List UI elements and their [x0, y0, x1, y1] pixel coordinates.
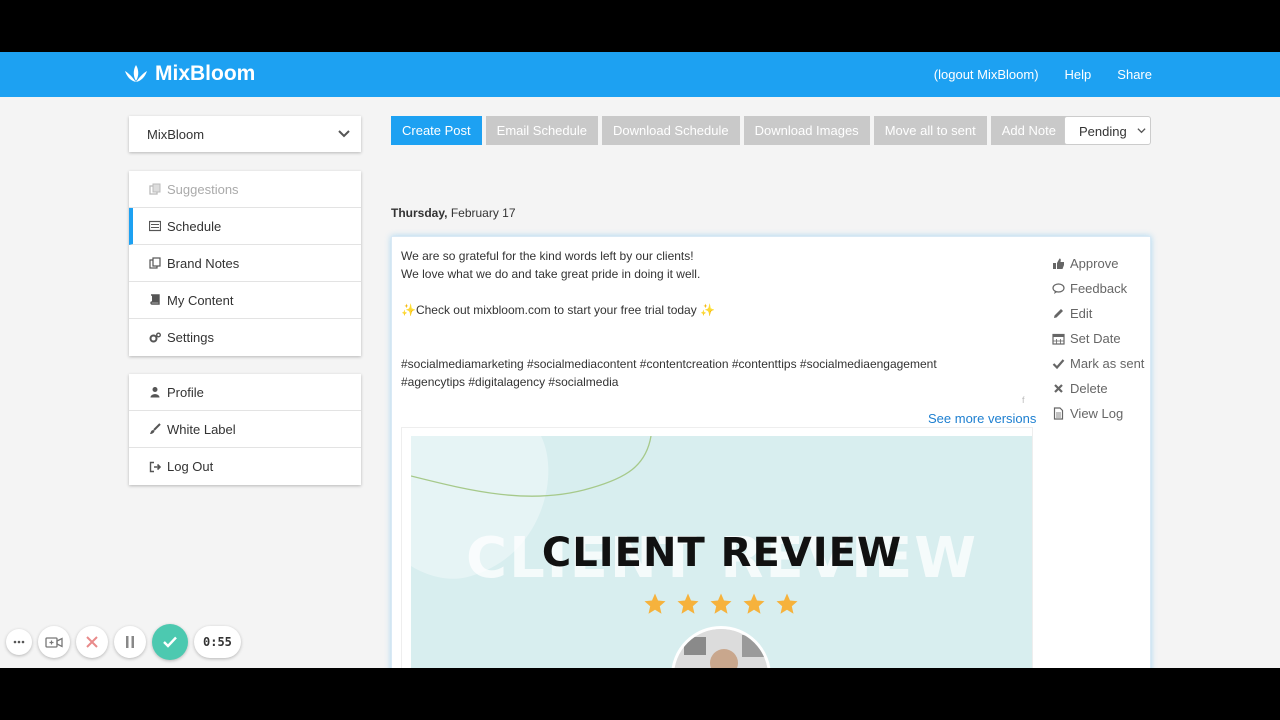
- sidebar-item-label: White Label: [167, 421, 236, 437]
- action-label: Approve: [1070, 256, 1119, 271]
- ellipsis-icon: [13, 640, 25, 644]
- rating-stars: [643, 592, 799, 616]
- list-icon: [149, 220, 161, 232]
- app-viewport: MixBloom (logout MixBloom) Help Share Mi…: [0, 52, 1280, 668]
- email-schedule-button[interactable]: Email Schedule: [485, 116, 598, 145]
- sidebar-item-settings[interactable]: Settings: [129, 319, 361, 356]
- sidebar-item-brand-notes[interactable]: Brand Notes: [129, 245, 361, 282]
- mark-as-sent-button[interactable]: Mark as sent: [1052, 351, 1144, 376]
- edit-button[interactable]: Edit: [1052, 301, 1144, 326]
- lotus-icon: [125, 65, 147, 82]
- star-icon: [644, 593, 666, 614]
- sidebar-item-my-content[interactable]: My Content: [129, 282, 361, 319]
- sidebar-item-label: Log Out: [167, 459, 214, 474]
- approve-button[interactable]: Approve: [1052, 251, 1144, 276]
- logout-link[interactable]: (logout MixBloom): [934, 67, 1039, 82]
- cancel-recording-button[interactable]: [76, 626, 108, 658]
- move-all-to-sent-button[interactable]: Move all to sent: [873, 116, 987, 145]
- notes-icon: [149, 257, 161, 269]
- sidebar-item-label: Brand Notes: [167, 255, 240, 271]
- close-icon: [86, 636, 98, 648]
- star-icon: [776, 593, 798, 614]
- image-title: CLIENT REVIEW: [541, 530, 903, 576]
- top-nav-links: (logout MixBloom) Help Share: [934, 67, 1152, 82]
- file-icon: [1053, 407, 1064, 420]
- view-log-button[interactable]: View Log: [1052, 401, 1144, 426]
- sidebar-item-profile[interactable]: Profile: [129, 374, 361, 411]
- screen-recorder-controls: 0:55: [6, 624, 241, 660]
- star-icon: [710, 593, 732, 614]
- book-icon: [150, 294, 160, 305]
- action-label: Mark as sent: [1070, 356, 1145, 371]
- post-actions: Approve Feedback Edit Set Date Mark as s…: [1052, 251, 1144, 426]
- action-label: Feedback: [1070, 281, 1128, 296]
- action-label: Set Date: [1070, 331, 1121, 346]
- chevron-down-icon: [1137, 128, 1146, 134]
- recording-timer: 0:55: [194, 626, 241, 658]
- comment-icon: [1052, 283, 1065, 294]
- brand-logo[interactable]: MixBloom: [123, 62, 255, 86]
- finish-recording-button[interactable]: [152, 624, 188, 660]
- sidebar-main-menu: Suggestions Schedule Brand Notes My Cont…: [129, 171, 361, 356]
- delete-button[interactable]: Delete: [1052, 376, 1144, 401]
- pause-icon: [126, 636, 134, 648]
- post-image-frame: CLIENT REVIEW CLIENT REVIEW: [401, 427, 1033, 668]
- sidebar-item-white-label[interactable]: White Label: [129, 411, 361, 448]
- calendar-icon: [1052, 333, 1065, 345]
- download-schedule-button[interactable]: Download Schedule: [601, 116, 740, 145]
- sidebar-item-label: My Content: [167, 292, 234, 308]
- sidebar-item-label: Profile: [167, 384, 204, 400]
- status-filter-select[interactable]: Pending: [1064, 116, 1151, 145]
- feedback-button[interactable]: Feedback: [1052, 276, 1144, 301]
- star-icon: [743, 593, 765, 614]
- chevron-down-icon: [338, 130, 350, 138]
- see-more-versions-link[interactable]: See more versions: [928, 411, 1036, 426]
- post-card: We are so grateful for the kind words le…: [391, 236, 1151, 668]
- pencil-icon: [1054, 309, 1063, 318]
- schedule-date-heading: Thursday, February 17: [391, 206, 516, 220]
- sidebar-item-schedule[interactable]: Schedule: [129, 208, 361, 245]
- checkmark-icon: [163, 636, 177, 648]
- more-options-button[interactable]: [6, 629, 32, 655]
- set-date-button[interactable]: Set Date: [1052, 326, 1144, 351]
- post-image[interactable]: CLIENT REVIEW CLIENT REVIEW: [411, 436, 1032, 668]
- action-label: View Log: [1070, 406, 1124, 421]
- sidebar-item-label: Schedule: [167, 218, 222, 234]
- star-icon: [677, 593, 699, 614]
- video-camera-icon: [45, 636, 63, 648]
- sidebar-item-label: Settings: [167, 330, 214, 345]
- schedule-day: Thursday,: [391, 206, 448, 220]
- status-filter-value: Pending: [1079, 124, 1127, 139]
- brush-icon: [150, 423, 161, 434]
- check-icon: [1052, 359, 1065, 370]
- sidebar-account-menu: Profile White Label Log Out: [129, 374, 361, 485]
- logout-icon: [149, 461, 161, 472]
- x-icon: [1054, 384, 1063, 393]
- user-icon: [150, 387, 160, 398]
- copy-icon: [149, 183, 161, 195]
- account-select-value: MixBloom: [147, 127, 205, 142]
- action-label: Edit: [1070, 306, 1093, 321]
- download-images-button[interactable]: Download Images: [743, 116, 870, 145]
- camera-toggle-button[interactable]: [38, 626, 70, 658]
- sidebar-item-suggestions[interactable]: Suggestions: [129, 171, 361, 208]
- schedule-toolbar: Create Post Email Schedule Download Sche…: [391, 116, 1067, 145]
- thumbs-up-icon: [1053, 258, 1064, 269]
- share-link[interactable]: Share: [1117, 67, 1152, 82]
- brand-name: MixBloom: [155, 62, 256, 85]
- account-select[interactable]: MixBloom: [129, 116, 361, 152]
- add-note-button[interactable]: Add Note: [990, 116, 1067, 145]
- schedule-date: February 17: [450, 206, 516, 220]
- gears-icon: [149, 332, 161, 342]
- help-link[interactable]: Help: [1065, 67, 1092, 82]
- sidebar-item-log-out[interactable]: Log Out: [129, 448, 361, 485]
- post-caption: We are so grateful for the kind words le…: [401, 249, 937, 389]
- sidebar-item-label: Suggestions: [167, 181, 239, 197]
- action-label: Delete: [1070, 381, 1108, 396]
- facebook-icon: f: [1022, 395, 1025, 405]
- pause-recording-button[interactable]: [114, 626, 146, 658]
- create-post-button[interactable]: Create Post: [391, 116, 482, 145]
- top-navbar: MixBloom (logout MixBloom) Help Share: [0, 52, 1280, 97]
